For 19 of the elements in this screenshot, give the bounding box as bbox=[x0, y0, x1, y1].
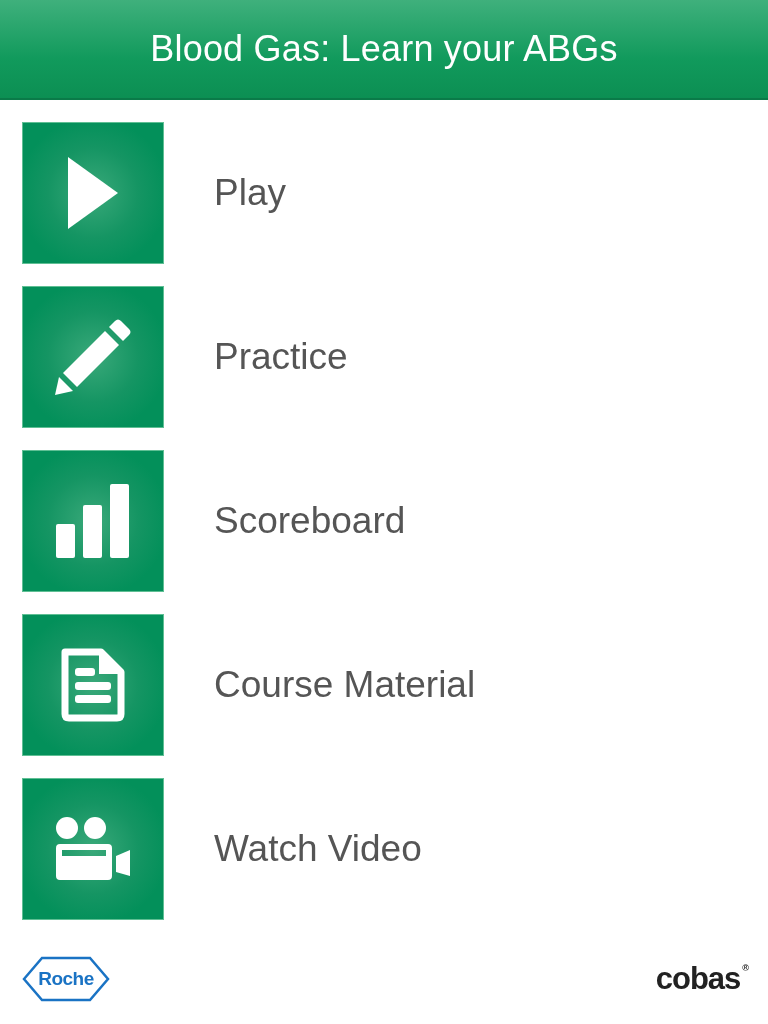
menu-tile[interactable] bbox=[22, 450, 164, 592]
menu-label[interactable]: Scoreboard bbox=[214, 500, 406, 542]
play-icon bbox=[68, 157, 118, 229]
logo-text: Roche bbox=[38, 968, 94, 990]
menu-tile[interactable] bbox=[22, 286, 164, 428]
menu-label[interactable]: Watch Video bbox=[214, 828, 422, 870]
app-title: Blood Gas: Learn your ABGs bbox=[150, 28, 618, 70]
menu-tile[interactable] bbox=[22, 614, 164, 756]
menu-tile[interactable] bbox=[22, 122, 164, 264]
menu-label[interactable]: Play bbox=[214, 172, 286, 214]
menu-tile[interactable] bbox=[22, 778, 164, 920]
menu-label[interactable]: Course Material bbox=[214, 664, 476, 706]
registered-mark: ® bbox=[742, 963, 748, 973]
pencil-icon bbox=[55, 319, 131, 395]
logo-text: cobas bbox=[655, 961, 741, 997]
document-icon bbox=[61, 648, 125, 722]
video-camera-icon bbox=[56, 817, 130, 881]
bar-chart-icon bbox=[56, 484, 130, 558]
menu-label[interactable]: Practice bbox=[214, 336, 348, 378]
